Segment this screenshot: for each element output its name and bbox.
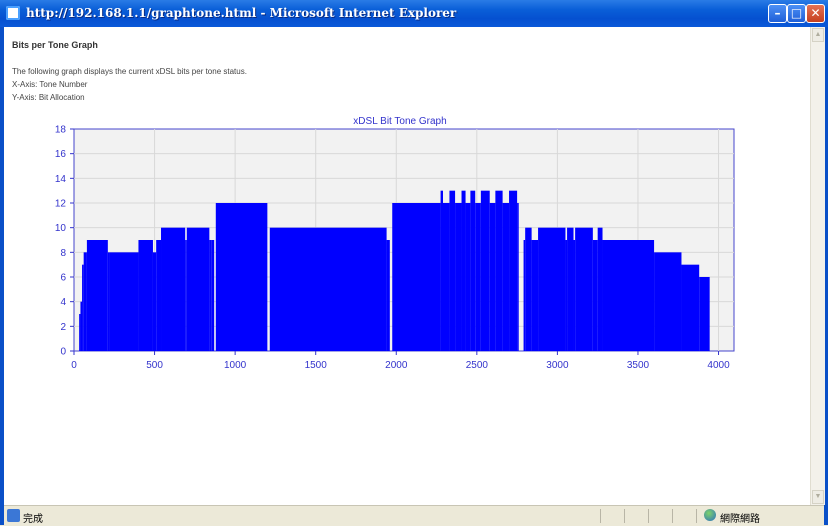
tone-bar xyxy=(156,240,162,351)
status-bar: 完成 網際網路 xyxy=(4,505,824,526)
tone-bar xyxy=(107,252,110,351)
y-tick-label: 2 xyxy=(60,322,66,333)
tone-bar xyxy=(185,240,187,351)
y-tick-label: 14 xyxy=(55,174,67,185)
tone-bar xyxy=(509,190,518,351)
tone-bar xyxy=(699,277,710,351)
tone-bar xyxy=(465,203,471,351)
close-button[interactable]: ✕ xyxy=(806,4,825,23)
y-tick-label: 8 xyxy=(60,248,66,259)
tone-bar xyxy=(461,190,466,351)
x-tick-label: 3000 xyxy=(546,360,569,371)
chart-title: xDSL Bit Tone Graph xyxy=(353,116,446,127)
tone-bar xyxy=(109,252,139,351)
minimize-button[interactable]: – xyxy=(768,4,787,23)
tone-bar xyxy=(449,190,456,351)
tone-bar xyxy=(489,203,496,351)
y-tick-label: 4 xyxy=(60,297,66,308)
y-tick-label: 18 xyxy=(55,125,67,136)
tone-bar xyxy=(531,240,539,351)
tone-bar xyxy=(440,190,443,351)
bit-tone-chart: xDSL Bit Tone Graph 0 2 4 6 8 10 12 14 16 18 0 500… xyxy=(55,116,735,371)
tone-bar xyxy=(681,264,700,351)
x-tick-label: 500 xyxy=(146,360,163,371)
y-tick-label: 12 xyxy=(55,199,67,210)
tone-bar xyxy=(565,240,568,351)
tone-bar xyxy=(215,203,268,351)
zone-text: 網際網路 xyxy=(720,514,760,525)
maximize-button[interactable]: □ xyxy=(787,4,806,23)
status-separator xyxy=(696,509,697,523)
tone-bar xyxy=(186,227,210,351)
page-icon xyxy=(7,509,20,522)
ie-icon xyxy=(6,6,20,20)
x-axis: 0 500 1000 1500 2000 2500 3000 3500 4000 xyxy=(71,351,730,371)
window-title: http://192.168.1.1/graphtone.html - Micr… xyxy=(26,6,457,20)
scroll-down-arrow-icon[interactable]: ▼ xyxy=(812,490,824,504)
x-tick-label: 3500 xyxy=(627,360,650,371)
x-tick-label: 4000 xyxy=(707,360,730,371)
y-axis: 0 2 4 6 8 10 12 14 16 18 xyxy=(55,125,74,358)
x-tick-label: 1000 xyxy=(224,360,247,371)
tone-bar xyxy=(602,240,655,351)
x-tick-label: 2000 xyxy=(385,360,408,371)
browser-window: http://192.168.1.1/graphtone.html - Micr… xyxy=(0,0,828,526)
x-tick-label: 0 xyxy=(71,360,77,371)
tone-bar xyxy=(269,227,387,351)
y-tick-label: 10 xyxy=(55,223,67,234)
x-tick-label: 2500 xyxy=(466,360,489,371)
scroll-up-arrow-icon[interactable]: ▲ xyxy=(812,28,824,42)
status-text: 完成 xyxy=(23,514,43,525)
y-tick-label: 16 xyxy=(55,149,67,160)
tone-bar xyxy=(525,227,532,351)
tone-bar xyxy=(79,314,81,351)
internet-zone-icon xyxy=(704,509,716,521)
tone-bar xyxy=(80,301,83,351)
tone-bar xyxy=(392,203,441,351)
tone-bar xyxy=(592,240,598,351)
vertical-scrollbar[interactable]: ▲ ▼ xyxy=(810,27,825,505)
tone-bar xyxy=(83,252,87,351)
status-separator xyxy=(672,509,673,523)
y-tick-label: 6 xyxy=(60,273,66,284)
tone-bar xyxy=(455,203,462,351)
y-tick-label: 0 xyxy=(60,347,66,358)
tone-bar xyxy=(654,252,682,351)
tone-bar xyxy=(573,240,576,351)
tone-bar xyxy=(86,240,108,351)
tone-bar xyxy=(138,240,153,351)
tone-bar xyxy=(538,227,566,351)
tone-bar xyxy=(517,203,519,351)
tone-bar xyxy=(161,227,186,351)
tone-bar xyxy=(480,190,490,351)
tone-bar xyxy=(523,240,526,351)
tone-bar xyxy=(470,190,476,351)
title-bar[interactable]: http://192.168.1.1/graphtone.html - Micr… xyxy=(0,0,828,28)
x-tick-label: 1500 xyxy=(305,360,328,371)
tone-bar xyxy=(82,264,84,351)
tone-bar xyxy=(442,203,450,351)
tone-bar xyxy=(211,240,215,351)
tone-bar xyxy=(567,227,574,351)
tone-bar xyxy=(386,240,390,351)
tone-bar xyxy=(597,227,603,351)
tone-bar xyxy=(495,190,503,351)
tone-bar xyxy=(209,240,212,351)
status-separator xyxy=(600,509,601,523)
tone-bar xyxy=(475,203,481,351)
page-content: Bits per Tone Graph The following graph … xyxy=(4,27,810,505)
status-separator xyxy=(624,509,625,523)
tone-bar xyxy=(502,203,510,351)
tone-bar xyxy=(575,227,593,351)
tone-bar xyxy=(152,252,157,351)
status-separator xyxy=(648,509,649,523)
